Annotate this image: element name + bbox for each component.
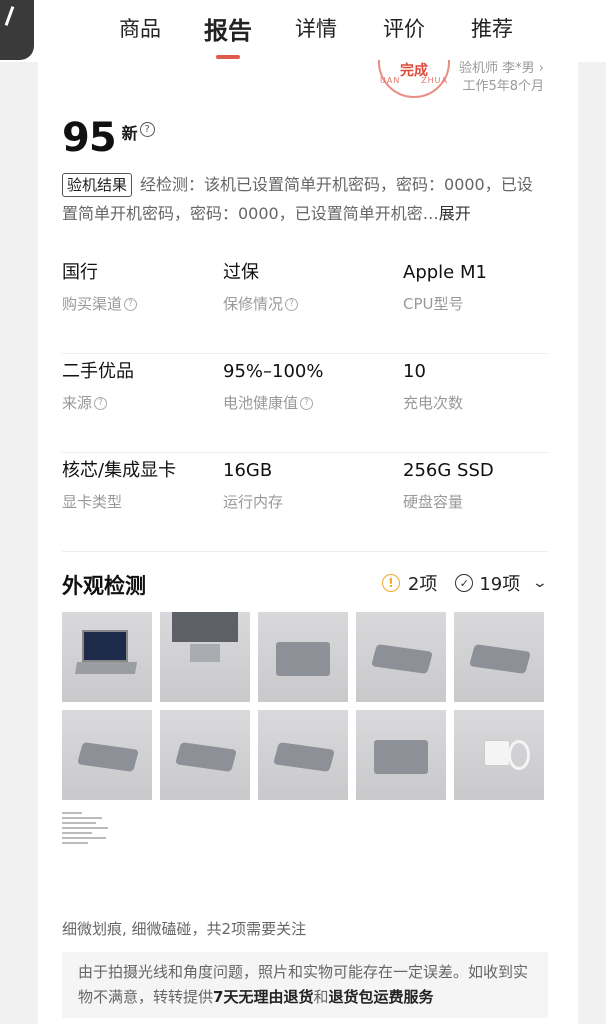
photo-charger[interactable] [454,710,544,800]
spec-storage: 256G SSD 硬盘容量 [403,458,564,551]
question-circle-icon[interactable]: ? [124,298,138,311]
spec-row: 二手优品 来源? 95%–100% 电池健康值? 10 充电次数 [62,354,548,453]
photo-angle[interactable] [258,710,348,800]
spec-label: CPU型号 [403,295,464,313]
score-suffix: 新 [121,124,138,143]
top-nav-bar: 商品 报告 详情 评价 推荐 [0,0,606,62]
question-circle-icon[interactable]: ? [139,122,155,137]
spec-charge-cycles: 10 充电次数 [403,359,564,452]
spec-value: 10 [403,361,426,382]
spec-value: 256G SSD [403,460,494,481]
spec-label: 来源 [62,394,93,412]
score-value: 95 [62,115,117,161]
ok-count: 19项 [479,574,521,595]
spec-label: 硬盘容量 [403,493,464,511]
chevron-right-icon: › [538,61,544,76]
question-circle-icon[interactable]: ? [300,397,314,410]
spec-source: 二手优品 来源? [62,359,223,452]
spec-value: Apple M1 [403,262,487,283]
warn-count: 2项 [407,574,438,595]
spec-warranty: 过保 保修情况? [223,260,403,353]
spec-label: 显卡类型 [62,493,123,511]
tab-label: 商品 [119,17,161,41]
spec-label: 充电次数 [403,394,464,412]
condition-score: 95 新 ? [62,118,155,158]
spec-value: 过保 [223,262,259,283]
tab-bar: 商品 报告 详情 评价 推荐 [96,0,536,62]
spec-row: 核芯/集成显卡 显卡类型 16GB 运行内存 256G SSD 硬盘容量 [62,453,548,552]
inspector-info[interactable]: 验机师 李*男 › 工作5年8个月 [459,60,544,96]
tab-report[interactable]: 报告 [184,0,272,62]
exterior-summary-toggle[interactable]: ! 2项 ✓ 19项 ⌄ [381,570,549,596]
tab-label: 评价 [383,17,425,41]
tab-product[interactable]: 商品 [96,0,184,62]
spec-gpu: 核芯/集成显卡 显卡类型 [62,458,223,551]
inspector-tenure: 工作5年8个月 [462,79,544,94]
spec-label: 购买渠道 [62,295,123,313]
tab-recommend[interactable]: 推荐 [448,0,536,62]
inspector-name: 验机师 李*男 [459,61,535,76]
spec-label: 电池健康值 [223,394,299,412]
tab-label: 详情 [295,17,337,41]
spec-row: 国行 购买渠道? 过保 保修情况? Apple M1 CPU型号 [62,255,548,354]
photo-keyboard[interactable] [160,612,250,702]
return-policy-text: 7天无理由退货 [213,988,314,1006]
spec-value: 16GB [223,460,273,481]
inspection-report-card: 完成 UAN ZHUA 验机师 李*男 › 工作5年8个月 95 新 ? 验机结… [38,60,578,1024]
spec-label: 保修情况 [223,295,284,313]
photo-angle[interactable] [454,612,544,702]
photo-bottom[interactable] [356,710,446,800]
disclaimer-connector: 和 [313,988,329,1006]
inspection-result: 验机结果 经检测：该机已设置简单开机密码，密码：0000，已设置简单开机密码，密码… [62,170,548,228]
completion-stamp: 完成 UAN ZHUA [378,60,450,100]
spec-value: 核芯/集成显卡 [62,460,177,481]
tab-details[interactable]: 详情 [272,0,360,62]
stamp-arc-right: ZHUA [421,76,448,85]
spec-label: 运行内存 [223,493,284,511]
tab-label: 报告 [204,16,252,45]
photo-lid[interactable] [258,612,348,702]
exterior-photo-grid [62,612,544,800]
spec-value: 95%–100% [223,361,324,382]
photo-open-laptop[interactable] [62,612,152,702]
defect-summary: 细微划痕, 细微磕碰，共2项需要关注 [62,920,307,938]
exterior-section-title: 外观检测 [62,574,146,598]
exclamation-circle-icon: ! [381,574,400,592]
check-circle-icon: ✓ [455,574,474,592]
spec-purchase-channel: 国行 购买渠道? [62,260,223,353]
spec-value: 国行 [62,262,98,283]
active-tab-indicator [216,55,240,59]
spec-value: 二手优品 [62,361,134,382]
tab-label: 推荐 [471,17,513,41]
question-circle-icon[interactable]: ? [285,298,299,311]
shipping-policy-text: 退货包运费服务 [328,988,434,1006]
spec-ram: 16GB 运行内存 [223,458,403,551]
expand-link[interactable]: 展开 [439,204,471,223]
chevron-down-icon: ⌄ [531,575,549,591]
photo-side[interactable] [62,710,152,800]
question-circle-icon[interactable]: ? [94,397,108,410]
back-button[interactable] [0,0,34,60]
disclaimer-box: 由于拍摄光线和角度问题，照片和实物可能存在一定误差。如收到实物不满意，转转提供7… [62,952,548,1018]
photo-angle[interactable] [356,612,446,702]
tab-reviews[interactable]: 评价 [360,0,448,62]
stamp-arc-left: UAN [380,76,401,85]
spec-sheet-thumbnail[interactable] [62,812,114,862]
result-tag: 验机结果 [62,173,133,197]
spec-battery-health: 95%–100% 电池健康值? [223,359,403,452]
spec-cpu: Apple M1 CPU型号 [403,260,564,353]
spec-grid: 国行 购买渠道? 过保 保修情况? Apple M1 CPU型号 二手优品 来源… [62,255,548,552]
photo-angle[interactable] [160,710,250,800]
